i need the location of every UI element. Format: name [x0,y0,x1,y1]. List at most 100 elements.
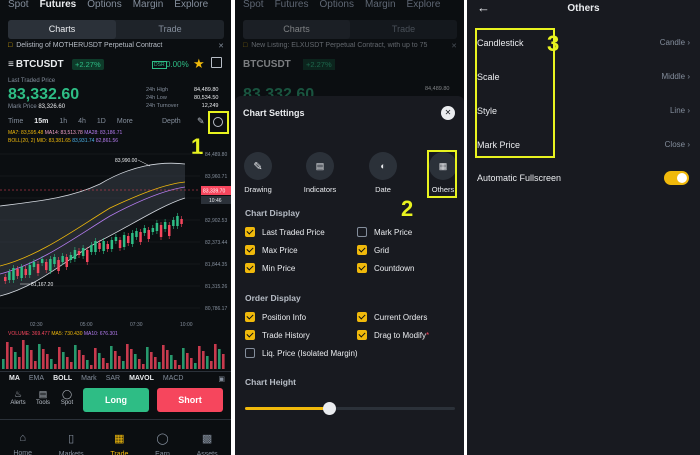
checkbox-checked-icon[interactable] [245,263,255,273]
option-label: Last Traded Price [262,228,325,238]
tf-time[interactable]: Time [8,118,23,125]
row-value: Candle › [659,38,690,47]
volume-bar [170,355,173,369]
settings-sheet: Chart Settings ✕ ✎ Drawing ▤ Indicators … [235,96,464,455]
option-trade-history[interactable]: Trade History [245,330,310,341]
option-position-info[interactable]: Position Info [245,312,306,323]
drawing-button[interactable]: ✎ [244,152,272,180]
nav-futures: Futures [274,0,309,10]
option-max-price[interactable]: Max Price [245,245,298,256]
candle-body [20,267,23,278]
volume-bar [194,363,197,369]
ind-ma[interactable]: MA [9,375,20,382]
height-slider-track[interactable] [245,402,455,415]
nav-options[interactable]: Options [87,0,121,11]
checkbox-checked-icon[interactable] [245,245,255,255]
option-current-orders[interactable]: Current Orders [357,312,427,323]
volume-bar [114,351,117,369]
nav-spot[interactable]: Spot [8,0,29,11]
checkbox-checked-icon[interactable] [245,330,255,340]
tf-1h[interactable]: 1h [59,118,67,125]
auto-fullscreen-toggle[interactable] [664,171,689,185]
option-min-price[interactable]: Min Price [245,263,295,274]
candlestick-chart[interactable]: 84,489.8083,960.7183,431.6282,902.5382,3… [0,146,231,331]
candle-body [16,269,19,276]
nav-assets[interactable]: ▩ Assets [197,420,218,455]
candle-body [143,228,146,233]
height-slider-knob[interactable] [323,402,336,415]
pencil-icon: ✎ [253,160,263,173]
checkbox-checked-icon[interactable] [357,245,367,255]
nav-earn[interactable]: ◯ Earn [155,420,170,455]
date-button[interactable]: ◐ [369,152,397,180]
tf-4h[interactable]: 4h [78,118,86,125]
volume-bar [118,356,121,369]
option-label: Mark Price [374,228,413,238]
candle-body [36,264,40,273]
option-grid[interactable]: Grid [357,245,390,256]
ind-mavol[interactable]: MAVOL [129,375,154,382]
notice-bar[interactable]: □ Delisting of MOTHERUSDT Perpetual Contr… [8,42,224,50]
option-mark-price[interactable]: Mark Price [357,227,413,238]
nav-futures[interactable]: Futures [40,0,77,11]
mark-price: Mark Price 83,326.60 [8,104,66,110]
drawing-label: Drawing [244,185,272,194]
option-drag-to-modify[interactable]: Drag to Modify* [357,330,429,341]
option-label: Max Price [262,246,298,256]
last-price-label: Last Traded Price [8,78,56,84]
tools-button[interactable]: ▤ Tools [34,389,52,406]
expand-icon[interactable]: ▣ [218,375,225,383]
nav-margin[interactable]: Margin [133,0,164,11]
close-icon[interactable]: ✕ [441,106,455,120]
option-liq-price-isolated-margin-[interactable]: Liq. Price (Isolated Margin) [245,348,358,359]
ind-sar[interactable]: SAR [106,375,120,382]
checkbox-empty-icon[interactable] [357,227,367,237]
long-button[interactable]: Long [83,388,149,412]
candles-icon: ▯ [68,433,75,445]
volume-bar [42,349,45,369]
pencil-icon[interactable]: ✎ [197,116,205,127]
checkbox-checked-icon[interactable] [357,330,367,340]
checkbox-checked-icon[interactable] [357,263,367,273]
tf-15m[interactable]: 15m [34,118,48,125]
checkbox-checked-icon[interactable] [245,312,255,322]
star-icon[interactable]: ★ [193,56,205,72]
ind-mark[interactable]: Mark [81,375,97,382]
tf-1d[interactable]: 1D [97,118,106,125]
close-icon[interactable]: ✕ [218,42,224,50]
tab-charts[interactable]: Charts [8,20,116,39]
nav-trade[interactable]: ▦ Trade [110,420,128,455]
indicators-button[interactable]: ▤ [306,152,334,180]
volume-bar [214,344,217,369]
depth-tab[interactable]: Depth [162,118,181,125]
volume-bar [126,344,129,369]
tf-more[interactable]: More [117,118,133,125]
checkbox-empty-icon[interactable] [245,348,255,358]
candle-body [81,248,85,256]
ind-ema[interactable]: EMA [29,375,44,382]
nav-home[interactable]: ⌂ Home [13,420,32,455]
checkbox-checked-icon[interactable] [357,312,367,322]
notice-bar: □ New Listing: ELXUSDT Perpetual Contract… [243,42,457,50]
spot-button[interactable]: ◯ Spot [58,389,76,406]
symbol-name[interactable]: ≡ BTCUSDT [8,59,64,70]
others-screen: ← Others Candlestick Candle › Scale Middle … [467,0,700,455]
candle-body [32,262,36,267]
option-last-traded-price[interactable]: Last Traded Price [245,227,325,238]
alerts-button[interactable]: ♨ Alerts [9,389,27,406]
nav-markets[interactable]: ▯ Markets [59,420,84,455]
tab-trade[interactable]: Trade [116,20,224,39]
ind-macd[interactable]: MACD [163,375,184,382]
option-label: Grid [374,246,390,256]
option-label: Drag to Modify [374,331,427,341]
option-countdown[interactable]: Countdown [357,263,414,274]
candle-body [155,223,159,231]
short-button[interactable]: Short [157,388,223,412]
volume-bar [158,362,161,369]
volume-bar [10,347,13,369]
ind-boll[interactable]: BOLL [53,375,72,382]
nav-explore[interactable]: Explore [174,0,208,11]
checkbox-checked-icon[interactable] [245,227,255,237]
volume-bar [18,357,21,369]
share-icon[interactable] [211,57,222,68]
